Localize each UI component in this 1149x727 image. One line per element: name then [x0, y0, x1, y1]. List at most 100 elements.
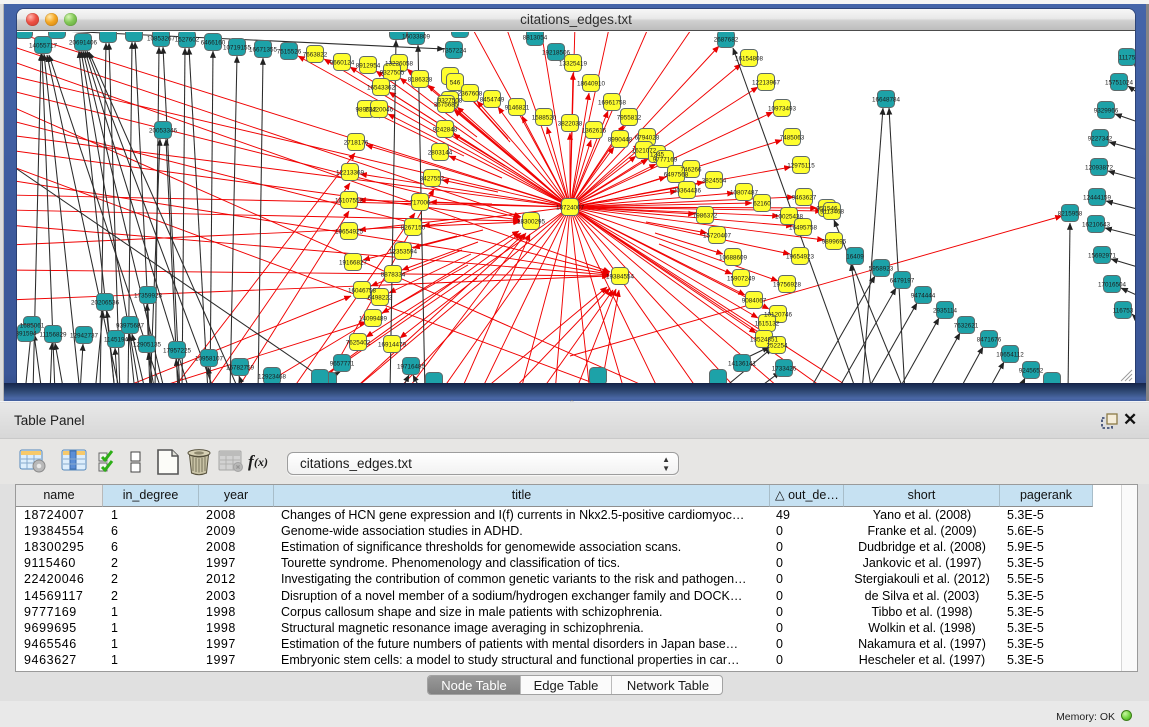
svg-text:3675685: 3675685: [434, 101, 459, 108]
svg-text:12942737: 12942737: [70, 332, 99, 339]
svg-text:16046758: 16046758: [348, 287, 377, 294]
svg-text:1615132: 1615132: [755, 320, 780, 327]
svg-text:8215958: 8215958: [1058, 210, 1083, 217]
svg-text:7357224: 7357224: [442, 47, 467, 54]
svg-text:7663822: 7663822: [303, 51, 328, 58]
svg-text:6497568: 6497568: [664, 171, 689, 178]
svg-text:18640910: 18640910: [577, 80, 606, 87]
svg-text:19654925: 19654925: [335, 228, 364, 235]
svg-text:10688609: 10688609: [719, 254, 748, 261]
svg-text:10025438: 10025438: [775, 213, 804, 220]
svg-text:19756928: 19756928: [773, 281, 802, 288]
svg-text:1527602: 1527602: [175, 36, 200, 43]
svg-text:1145194: 1145194: [104, 336, 129, 343]
svg-text:10654112: 10654112: [996, 351, 1024, 358]
svg-text:3824554: 3824554: [702, 177, 727, 184]
svg-text:15751024: 15751024: [1105, 79, 1134, 86]
svg-text:16210643: 16210643: [1082, 221, 1111, 228]
svg-text:15907249: 15907249: [727, 275, 756, 282]
svg-text:18300295: 18300295: [517, 218, 546, 225]
svg-text:13325419: 13325419: [559, 60, 588, 67]
svg-text:11156829: 11156829: [39, 331, 67, 338]
svg-text:1733426: 1733426: [772, 365, 797, 372]
svg-text:8990448: 8990448: [608, 136, 633, 143]
svg-text:6498222: 6498222: [368, 294, 393, 301]
svg-text:15692971: 15692971: [1088, 252, 1117, 259]
svg-text:7515526: 7515526: [277, 48, 302, 55]
svg-text:14136141: 14136141: [728, 360, 757, 367]
svg-text:10853267: 10853267: [147, 35, 176, 42]
svg-text:8427552: 8427552: [420, 175, 445, 182]
svg-text:2803144: 2803144: [428, 149, 453, 156]
svg-text:17359928: 17359928: [134, 292, 163, 299]
svg-text:9084067: 9084067: [742, 297, 767, 304]
svg-text:16154808: 16154808: [735, 55, 764, 62]
svg-text:11175: 11175: [1119, 54, 1135, 61]
svg-text:19654923: 19654923: [786, 253, 815, 260]
svg-text:8267150: 8267150: [401, 224, 426, 231]
svg-text:9245652: 9245652: [1019, 367, 1044, 374]
svg-text:14055717: 14055717: [29, 42, 58, 49]
svg-text:9474444: 9474444: [911, 292, 936, 299]
svg-text:12975115: 12975115: [787, 162, 815, 169]
svg-text:7485063: 7485063: [780, 134, 805, 141]
svg-text:20364436: 20364436: [673, 187, 702, 194]
svg-text:116753: 116753: [1113, 307, 1134, 314]
svg-text:9113468: 9113468: [820, 208, 845, 215]
svg-text:16107552: 16107552: [335, 197, 364, 204]
svg-text:16961758: 16961758: [598, 99, 627, 106]
svg-text:9146821: 9146821: [505, 104, 530, 111]
svg-text:9899695: 9899695: [822, 238, 847, 245]
svg-text:17016504: 17016504: [1098, 281, 1127, 288]
svg-text:16409: 16409: [846, 253, 864, 260]
svg-text:7632621: 7632621: [954, 322, 979, 329]
svg-text:3822038: 3822038: [558, 120, 583, 127]
svg-text:2935114: 2935114: [933, 307, 958, 314]
svg-text:12213369: 12213369: [336, 169, 365, 176]
svg-text:12353594: 12353594: [389, 248, 418, 255]
svg-text:1362615: 1362615: [582, 127, 607, 134]
svg-text:23420046: 23420046: [365, 106, 394, 113]
svg-text:9227342: 9227342: [1088, 135, 1113, 142]
svg-text:7955812: 7955812: [617, 114, 642, 121]
svg-text:15720407: 15720407: [703, 232, 732, 239]
svg-text:16495758: 16495758: [789, 224, 818, 231]
svg-text:10807487: 10807487: [730, 189, 759, 196]
svg-text:10120746: 10120746: [764, 311, 793, 318]
svg-text:8912954: 8912954: [356, 62, 381, 69]
svg-text:12213967: 12213967: [752, 79, 781, 86]
svg-text:8454749: 8454749: [480, 96, 505, 103]
svg-text:12923468: 12923468: [258, 373, 287, 380]
svg-text:13226058: 13226058: [385, 60, 414, 67]
svg-text:1588520: 1588520: [532, 114, 557, 121]
svg-text:717006: 717006: [409, 199, 431, 206]
svg-text:16671355: 16671355: [249, 46, 278, 53]
svg-text:17957225: 17957225: [163, 347, 192, 354]
svg-text:19716485: 19716485: [397, 363, 426, 370]
svg-text:20053346: 20053346: [149, 127, 178, 134]
svg-text:252254: 252254: [766, 342, 788, 349]
svg-text:8878334: 8878334: [381, 271, 406, 278]
svg-text:5958923: 5958923: [869, 265, 894, 272]
svg-text:12905135: 12905135: [133, 341, 162, 348]
svg-text:10973493: 10973493: [768, 105, 797, 112]
svg-text:9242848: 9242848: [433, 126, 458, 133]
svg-text:20206536: 20206536: [91, 299, 120, 306]
svg-text:1685061: 1685061: [20, 322, 45, 329]
svg-text:19384554: 19384554: [606, 273, 635, 280]
svg-text:10958107: 10958107: [195, 355, 224, 362]
svg-text:20691406: 20691406: [69, 39, 98, 46]
svg-text:9657771: 9657771: [330, 360, 355, 367]
svg-text:19166827: 19166827: [339, 259, 368, 266]
svg-text:19218506: 19218506: [542, 49, 571, 56]
svg-text:9660124: 9660124: [330, 59, 355, 66]
svg-text:8186328: 8186328: [408, 76, 433, 83]
svg-text:9329966: 9329966: [1094, 107, 1119, 114]
svg-text:12093872: 12093872: [1085, 164, 1114, 171]
svg-text:7625402: 7625402: [346, 339, 371, 346]
svg-text:9327505: 9327505: [380, 69, 405, 76]
svg-text:6794028: 6794028: [635, 134, 660, 141]
svg-text:62160: 62160: [753, 200, 771, 207]
svg-text:8813054: 8813054: [523, 34, 548, 41]
svg-text:16648784: 16648784: [872, 96, 901, 103]
